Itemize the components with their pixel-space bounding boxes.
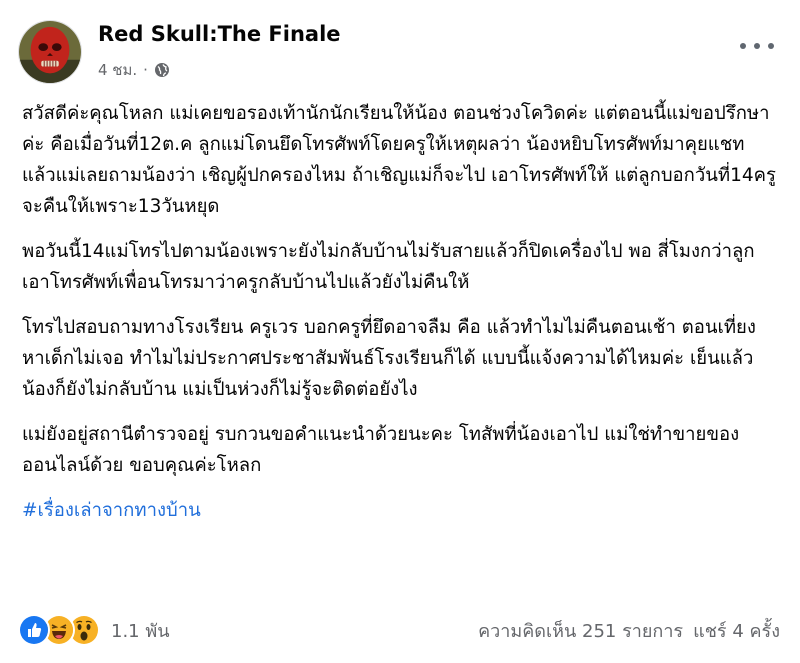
avatar[interactable] [18,20,82,84]
post-paragraph: แม่ยังอยู่สถานีตำรวจอยู่ รบกวนขอคำแนะนำด… [22,424,740,476]
post-footer: 1.1 พัน ความคิดเห็น 251 รายการ แชร์ 4 คร… [18,610,780,650]
meta-separator: · [143,61,148,79]
red-skull-avatar-image [19,21,81,83]
more-dot-icon [740,43,746,49]
post-card: Red Skull:The Finale 4 ชม. · สวัสดีค่ะคุ… [0,0,800,663]
post-paragraph: พอวันนี้14แม่โทรไปตามน้องเพราะยังไม่กลับ… [22,241,755,293]
shares-count-link[interactable]: แชร์ 4 ครั้ง [693,616,780,645]
author-name[interactable]: Red Skull:The Finale [98,22,341,46]
like-icon [18,614,50,646]
globe-icon[interactable] [154,62,170,78]
hashtag-link[interactable]: #เรื่องเล่าจากทางบ้าน [22,495,201,526]
more-dot-icon [754,43,760,49]
post-header: Red Skull:The Finale 4 ชม. · [18,18,782,88]
post-time[interactable]: 4 ชม. [98,58,137,82]
post-meta: 4 ชม. · [98,58,170,82]
post-paragraph: สวัสดีค่ะคุณโหลก แม่เคยขอรองเท้านักนักเร… [22,103,776,217]
more-options-button[interactable] [740,36,774,56]
post-paragraph: โทรไปสอบถามทางโรงเรียน ครูเวร บอกครูที่ย… [22,317,756,400]
reactions-summary[interactable]: 1.1 พัน [18,614,170,646]
engagement-stats: ความคิดเห็น 251 รายการ แชร์ 4 ครั้ง [478,616,780,645]
more-dot-icon [768,43,774,49]
reaction-count: 1.1 พัน [111,620,170,642]
comments-count-link[interactable]: ความคิดเห็น 251 รายการ [478,616,683,645]
post-text: สวัสดีค่ะคุณโหลก แม่เคยขอรองเท้านักนักเร… [22,98,778,526]
